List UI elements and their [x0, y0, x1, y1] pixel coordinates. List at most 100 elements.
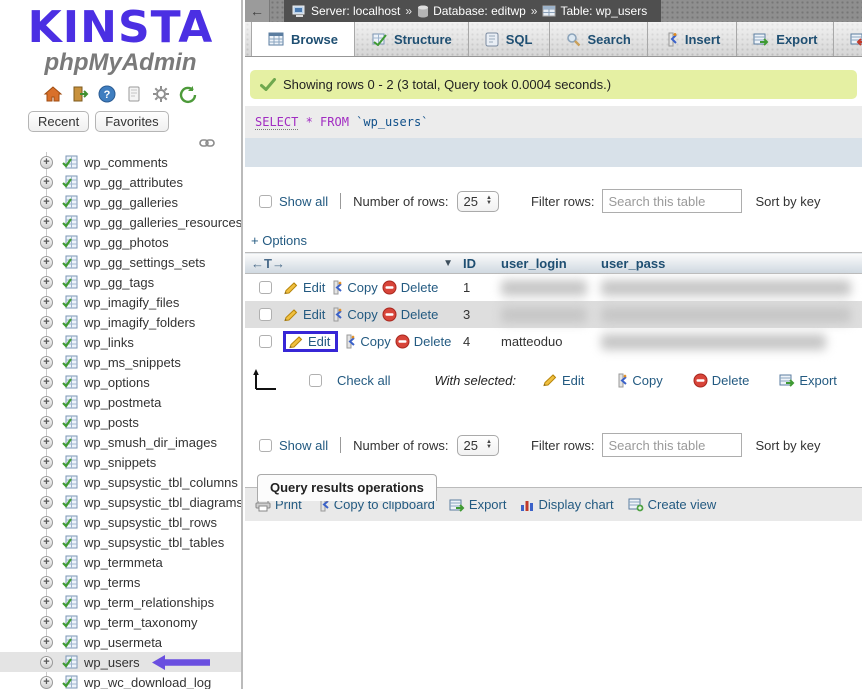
show-all-checkbox[interactable] — [259, 195, 272, 208]
table-name-label[interactable]: wp_terms — [84, 575, 140, 590]
sort-caret-icon[interactable]: ▼ — [443, 258, 453, 269]
table-name-label[interactable]: wp_wc_download_log — [84, 675, 211, 689]
favorites-button[interactable]: Favorites — [95, 111, 168, 132]
stepper-icon[interactable]: ▲▼ — [486, 440, 492, 450]
home-icon[interactable] — [43, 84, 63, 104]
operation-create-view[interactable]: Create view — [628, 497, 717, 512]
sort-by-key-label[interactable]: Sort by key — [756, 438, 821, 453]
table-name-label[interactable]: wp_usermeta — [84, 635, 162, 650]
sidebar-item-wp_usermeta[interactable]: +wp_usermeta — [0, 632, 241, 652]
expand-icon[interactable]: + — [40, 556, 53, 569]
expand-icon[interactable]: + — [40, 496, 53, 509]
table-name-label[interactable]: wp_gg_galleries_resources — [84, 215, 242, 230]
expand-icon[interactable]: + — [40, 356, 53, 369]
sidebar-item-wp_gg_tags[interactable]: + wp_gg_tags — [0, 272, 241, 292]
with-selected-edit-button[interactable]: Edit — [542, 373, 584, 388]
expand-icon[interactable]: + — [40, 656, 53, 669]
table-name-label[interactable]: wp_supsystic_tbl_tables — [84, 535, 224, 550]
expand-icon[interactable]: + — [40, 576, 53, 589]
sidebar-item-wp_supsystic_tbl_columns[interactable]: + wp_supsystic_tbl_columns — [0, 472, 241, 492]
expand-icon[interactable]: + — [40, 436, 53, 449]
tab-browse[interactable]: Browse — [251, 22, 355, 56]
table-name-label[interactable]: wp_postmeta — [84, 395, 161, 410]
check-all-link[interactable]: Check all — [337, 373, 390, 388]
table-name-label[interactable]: wp_gg_attributes — [84, 175, 183, 190]
table-name-label[interactable]: wp_imagify_folders — [84, 315, 195, 330]
expand-icon[interactable]: + — [40, 316, 53, 329]
table-name-label[interactable]: wp_term_taxonomy — [84, 615, 197, 630]
column-header-user-login[interactable]: user_login — [501, 253, 601, 274]
column-header-user-pass[interactable]: user_pass — [601, 253, 862, 274]
sidebar-item-wp_snippets[interactable]: + wp_snippets — [0, 452, 241, 472]
row-action-copy[interactable]: Copy — [342, 334, 390, 349]
column-header-id[interactable]: ID — [463, 253, 501, 274]
logout-icon[interactable] — [70, 84, 90, 104]
expand-icon[interactable]: + — [40, 536, 53, 549]
sidebar-item-wp_gg_photos[interactable]: +wp_gg_photos — [0, 232, 241, 252]
table-name-label[interactable]: wp_posts — [84, 415, 139, 430]
breadcrumb-database[interactable]: Database: editwp — [417, 4, 526, 18]
expand-icon[interactable]: + — [40, 616, 53, 629]
expand-icon[interactable]: + — [40, 456, 53, 469]
table-name-label[interactable]: wp_gg_galleries — [84, 195, 178, 210]
table-name-label[interactable]: wp_supsystic_tbl_diagrams — [84, 495, 243, 510]
breadcrumb-table[interactable]: Table: wp_users — [542, 4, 647, 18]
sidebar-item-wp_links[interactable]: +wp_links — [0, 332, 241, 352]
expand-icon[interactable]: + — [40, 236, 53, 249]
table-name-label[interactable]: wp_termmeta — [84, 555, 163, 570]
with-selected-export-button[interactable]: Export — [779, 373, 837, 388]
sql-keyword-select[interactable]: SELECT — [255, 115, 298, 130]
refresh-icon[interactable] — [178, 84, 198, 104]
back-button[interactable]: ← — [245, 0, 270, 22]
table-name-label[interactable]: wp_gg_settings_sets — [84, 255, 205, 270]
row-action-edit-highlighted[interactable]: Edit — [283, 331, 338, 352]
sidebar-item-wp_postmeta[interactable]: +wp_postmeta — [0, 392, 241, 412]
sidebar-item-wp_gg_galleries[interactable]: + wp_gg_galleries — [0, 192, 241, 212]
show-all-link[interactable]: Show all — [279, 194, 328, 209]
row-action-delete[interactable]: Delete — [395, 334, 452, 349]
operation-display-chart[interactable]: Display chart — [520, 497, 613, 512]
sidebar-item-wp_ms_snippets[interactable]: +wp_ms_snippets — [0, 352, 241, 372]
sidebar-item-wp_wc_download_log[interactable]: + wp_wc_download_log — [0, 672, 241, 689]
number-of-rows-select[interactable]: 25▲▼ — [457, 191, 499, 212]
row-action-delete[interactable]: Delete — [382, 280, 439, 295]
sidebar-item-wp_gg_galleries_resources[interactable]: +wp_gg_galleries_resources — [0, 212, 241, 232]
expand-columns-icon[interactable]: ←T→ — [251, 256, 285, 271]
table-name-label[interactable]: wp_snippets — [84, 455, 156, 470]
tab-export[interactable]: Export — [737, 22, 834, 56]
table-name-label[interactable]: wp_supsystic_tbl_columns — [84, 475, 238, 490]
row-action-edit[interactable]: Edit — [283, 280, 325, 295]
sidebar-item-wp_imagify_folders[interactable]: + wp_imagify_folders — [0, 312, 241, 332]
expand-icon[interactable]: + — [40, 476, 53, 489]
chain-icon[interactable] — [199, 138, 215, 148]
sidebar-item-wp_supsystic_tbl_tables[interactable]: + wp_supsystic_tbl_tables — [0, 532, 241, 552]
row-checkbox[interactable] — [259, 281, 272, 294]
sidebar-item-wp_gg_attributes[interactable]: + wp_gg_attributes — [0, 172, 241, 192]
tab-insert[interactable]: Insert — [648, 22, 737, 56]
sidebar-item-wp_supsystic_tbl_diagrams[interactable]: + wp_supsystic_tbl_diagrams — [0, 492, 241, 512]
expand-icon[interactable]: + — [40, 156, 53, 169]
stepper-icon[interactable]: ▲▼ — [486, 196, 492, 206]
tab-structure[interactable]: Structure — [355, 22, 469, 56]
table-name-label[interactable]: wp_supsystic_tbl_rows — [84, 515, 217, 530]
expand-icon[interactable]: + — [40, 416, 53, 429]
sidebar-item-wp_supsystic_tbl_rows[interactable]: +wp_supsystic_tbl_rows — [0, 512, 241, 532]
expand-icon[interactable]: + — [40, 336, 53, 349]
number-of-rows-select[interactable]: 25▲▼ — [457, 435, 499, 456]
expand-icon[interactable]: + — [40, 176, 53, 189]
check-all-checkbox[interactable] — [309, 374, 322, 387]
table-name-label[interactable]: wp_smush_dir_images — [84, 435, 217, 450]
sidebar-item-wp_termmeta[interactable]: + wp_termmeta — [0, 552, 241, 572]
expand-icon[interactable]: + — [40, 276, 53, 289]
expand-icon[interactable]: + — [40, 196, 53, 209]
settings-icon[interactable] — [151, 84, 171, 104]
expand-icon[interactable]: + — [40, 676, 53, 689]
show-all-checkbox[interactable] — [259, 439, 272, 452]
options-toggle-link[interactable]: + Options — [251, 233, 307, 248]
operation-export[interactable]: Export — [449, 497, 507, 512]
docs-icon[interactable] — [124, 84, 144, 104]
table-name-label[interactable]: wp_options — [84, 375, 150, 390]
sort-by-key-label[interactable]: Sort by key — [756, 194, 821, 209]
table-name-label[interactable]: wp_gg_tags — [84, 275, 154, 290]
row-checkbox[interactable] — [259, 308, 272, 321]
